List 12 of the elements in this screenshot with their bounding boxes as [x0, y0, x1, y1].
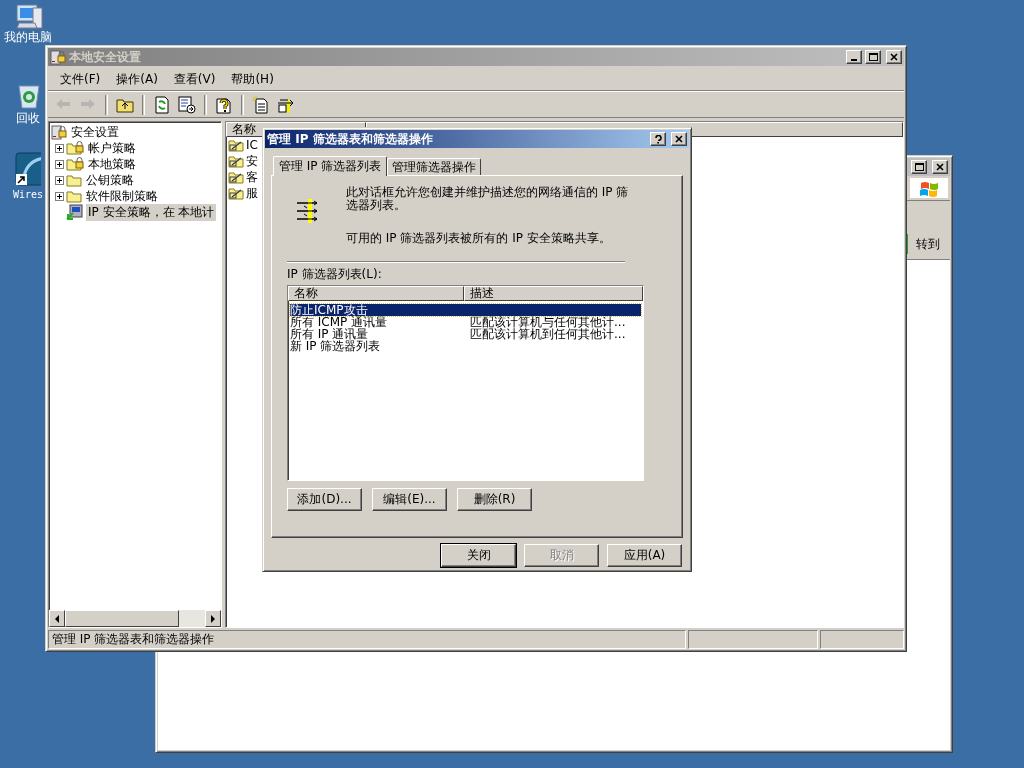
list-cell-text: 所有 IP 通讯量 [290, 328, 369, 340]
status-text: 管理 IP 筛选器表和筛选器操作 [48, 630, 686, 649]
list-cell-text: 新 IP 筛选器列表 [290, 340, 382, 352]
description-text: 此对话框允许您创建并维护描述您的网络通信的 IP 筛选器列表。 [346, 186, 630, 212]
list-label: IP 筛选器列表(L): [287, 267, 383, 281]
list-cell-text: 匹配该计算机与任何其他计... [470, 316, 627, 328]
list-cell-text: 所有 ICMP 通讯量 [290, 316, 389, 328]
window-title: 本地安全设置 [69, 48, 142, 66]
list-cell-text: 防止ICMP攻击 [290, 304, 368, 316]
window-title: 管理 IP 筛选器表和筛选器操作 [267, 130, 434, 148]
description-text: 可用的 IP 筛选器列表被所有的 IP 安全策略共享。 [346, 232, 612, 245]
list-cell-text: 匹配该计算机到任何其他计... [470, 328, 627, 340]
